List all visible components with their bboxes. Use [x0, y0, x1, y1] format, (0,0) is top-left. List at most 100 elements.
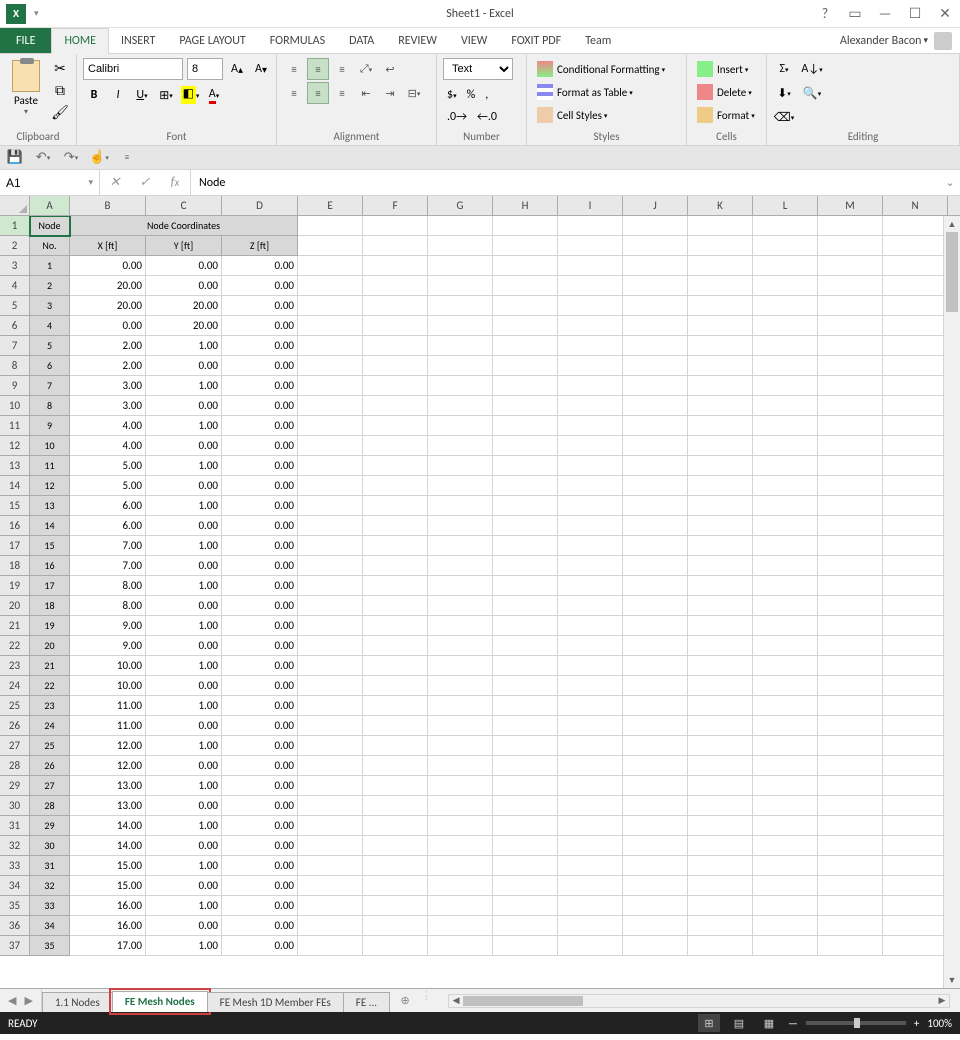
cell-C29[interactable]: 1.00	[146, 776, 222, 796]
cell-C16[interactable]: 0.00	[146, 516, 222, 536]
cell-M35[interactable]	[818, 896, 883, 916]
cell-B25[interactable]: 11.00	[70, 696, 146, 716]
cell-E35[interactable]	[298, 896, 363, 916]
cell-N32[interactable]	[883, 836, 948, 856]
row-header-16[interactable]: 16	[0, 516, 30, 536]
cell-B29[interactable]: 13.00	[70, 776, 146, 796]
cell-H21[interactable]	[493, 616, 558, 636]
cell-M18[interactable]	[818, 556, 883, 576]
horizontal-scrollbar[interactable]: ◀ ▶	[448, 994, 950, 1008]
cell-K25[interactable]	[688, 696, 753, 716]
cell-M11[interactable]	[818, 416, 883, 436]
cell-F11[interactable]	[363, 416, 428, 436]
cell-H29[interactable]	[493, 776, 558, 796]
fill-color-button[interactable]: ◧▾	[179, 84, 201, 106]
cell-J25[interactable]	[623, 696, 688, 716]
ribbon-tab-formulas[interactable]: FORMULAS	[258, 28, 337, 53]
cell-K14[interactable]	[688, 476, 753, 496]
zoom-level[interactable]: 100%	[927, 1017, 952, 1030]
orientation-button[interactable]: ⤢▾	[355, 58, 377, 80]
cell-K3[interactable]	[688, 256, 753, 276]
cell-M25[interactable]	[818, 696, 883, 716]
row-header-20[interactable]: 20	[0, 596, 30, 616]
cell-L10[interactable]	[753, 396, 818, 416]
cell-D19[interactable]: 0.00	[222, 576, 298, 596]
cell-J13[interactable]	[623, 456, 688, 476]
save-button[interactable]: 💾	[4, 148, 26, 168]
cell-D3[interactable]: 0.00	[222, 256, 298, 276]
cell-G7[interactable]	[428, 336, 493, 356]
cell-M27[interactable]	[818, 736, 883, 756]
cell-K29[interactable]	[688, 776, 753, 796]
cell-N33[interactable]	[883, 856, 948, 876]
cell-F6[interactable]	[363, 316, 428, 336]
cell-L19[interactable]	[753, 576, 818, 596]
cell-F22[interactable]	[363, 636, 428, 656]
cell-J34[interactable]	[623, 876, 688, 896]
maximize-button[interactable]: ☐	[900, 0, 930, 28]
cell-A19[interactable]: 17	[30, 576, 70, 596]
column-header-L[interactable]: L	[753, 196, 818, 215]
cell-F28[interactable]	[363, 756, 428, 776]
decrease-decimal-button[interactable]: ←.0	[473, 106, 501, 128]
cell-A5[interactable]: 3	[30, 296, 70, 316]
cell-M21[interactable]	[818, 616, 883, 636]
cell-B21[interactable]: 9.00	[70, 616, 146, 636]
cell-B5[interactable]: 20.00	[70, 296, 146, 316]
row-header-9[interactable]: 9	[0, 376, 30, 396]
font-size-select[interactable]	[187, 58, 223, 80]
enter-formula-icon[interactable]: ✓	[136, 174, 154, 192]
cell-D22[interactable]: 0.00	[222, 636, 298, 656]
cell-I26[interactable]	[558, 716, 623, 736]
cell-N11[interactable]	[883, 416, 948, 436]
cell-K13[interactable]	[688, 456, 753, 476]
align-left-button[interactable]: ≡	[283, 82, 305, 104]
cell-I22[interactable]	[558, 636, 623, 656]
number-format-select[interactable]: Text	[443, 58, 513, 80]
increase-decimal-button[interactable]: .0→	[443, 106, 471, 128]
cell-A34[interactable]: 32	[30, 876, 70, 896]
cell-H3[interactable]	[493, 256, 558, 276]
cell-L22[interactable]	[753, 636, 818, 656]
cell-F37[interactable]	[363, 936, 428, 956]
cell-G34[interactable]	[428, 876, 493, 896]
redo-button[interactable]: ↷▾	[60, 148, 82, 168]
cell-I32[interactable]	[558, 836, 623, 856]
cell-I1[interactable]	[558, 216, 623, 236]
cell-F27[interactable]	[363, 736, 428, 756]
cell-H25[interactable]	[493, 696, 558, 716]
sheet-tab-fe-mesh-nodes[interactable]: FE Mesh Nodes	[112, 991, 208, 1012]
cell-F20[interactable]	[363, 596, 428, 616]
cell-D28[interactable]: 0.00	[222, 756, 298, 776]
cell-K2[interactable]	[688, 236, 753, 256]
cell-D7[interactable]: 0.00	[222, 336, 298, 356]
cell-I25[interactable]	[558, 696, 623, 716]
page-layout-view-button[interactable]: ▤	[728, 1014, 750, 1032]
cell-K8[interactable]	[688, 356, 753, 376]
formula-input[interactable]: Node	[191, 170, 940, 195]
cell-C4[interactable]: 0.00	[146, 276, 222, 296]
cell-G35[interactable]	[428, 896, 493, 916]
cell-N5[interactable]	[883, 296, 948, 316]
cell-D27[interactable]: 0.00	[222, 736, 298, 756]
cell-F7[interactable]	[363, 336, 428, 356]
qat-dropdown-icon[interactable]: ▾	[34, 8, 39, 19]
cell-I2[interactable]	[558, 236, 623, 256]
cell-F35[interactable]	[363, 896, 428, 916]
cell-K34[interactable]	[688, 876, 753, 896]
cell-N9[interactable]	[883, 376, 948, 396]
cell-I29[interactable]	[558, 776, 623, 796]
cell-E31[interactable]	[298, 816, 363, 836]
cell-J9[interactable]	[623, 376, 688, 396]
cell-J8[interactable]	[623, 356, 688, 376]
cell-J19[interactable]	[623, 576, 688, 596]
cell-C17[interactable]: 1.00	[146, 536, 222, 556]
cell-A23[interactable]: 21	[30, 656, 70, 676]
cell-M24[interactable]	[818, 676, 883, 696]
cell-B18[interactable]: 7.00	[70, 556, 146, 576]
cell-G17[interactable]	[428, 536, 493, 556]
cell-H37[interactable]	[493, 936, 558, 956]
cell-N24[interactable]	[883, 676, 948, 696]
cell-J11[interactable]	[623, 416, 688, 436]
cell-N31[interactable]	[883, 816, 948, 836]
